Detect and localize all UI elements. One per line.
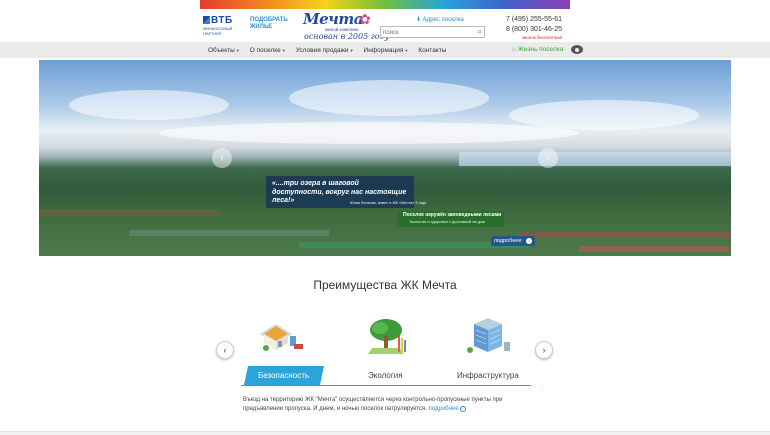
map-pin-icon: ⬇ [416,17,422,23]
nav-item-sale-terms[interactable]: Условия продажи▼ [296,47,354,54]
nav-item-contacts[interactable]: Контакты [418,47,446,54]
infrastructure-building-illustration [467,318,510,353]
nav-item-label: О поселке [249,46,281,54]
vtb-partner-logo[interactable]: ВТБ финансовый партнер [203,15,243,36]
houses-shape [519,232,731,238]
nav-item-life[interactable]: ⌂ Жизнь поселка [512,46,563,53]
vtb-logo-icon [203,16,210,24]
houses-shape [39,210,219,216]
nav-item-label: Контакты [418,46,447,54]
site-header: ВТБ финансовый партнер ПОДОБРАТЬ ЖИЛЬЕ М… [200,9,570,43]
tab-ecology-label: Экология [368,371,403,380]
arrow-right-icon: › [459,405,466,412]
tab-security-label: Безопасность [258,371,310,380]
address-link-label: Адрес поселка [422,17,464,23]
testimonial-author: Юлия Волкова, живет в ЖК «Мечта» 3 года [350,201,427,205]
nav-item-label: Объекты [208,46,235,54]
lake-shape [459,152,731,166]
tab-infrastructure-label: Инфраструктура [457,371,519,380]
cloud-shape [159,122,579,144]
chevron-left-icon: ‹ [223,345,227,355]
advantages-more-label: подробнее [428,405,459,412]
phone-free[interactable]: 8 (800) 301-46-25 [506,25,562,35]
tab-ecology[interactable]: Экология [368,366,403,385]
advantages-prev-button[interactable]: ‹ [216,341,234,359]
nav-item-label: Информация [363,46,404,54]
footer-divider [0,431,770,435]
phone-block: 7 (495) 255-55-61 8 (800) 301-46-25 звон… [506,15,562,40]
nav-item-objects[interactable]: Объекты▼ [208,47,240,54]
chevron-left-icon: ‹ [220,152,224,163]
tab-infrastructure[interactable]: Инфраструктура [457,366,519,385]
flower-icon: ✿ [359,11,371,27]
caret-down-icon: ▼ [404,47,409,53]
eco-subtitle: Экология и здоровье с доставкой на дом [409,219,486,224]
chevron-right-icon: › [546,152,550,163]
tab-security[interactable]: Безопасность [243,366,325,385]
brand-name: Мечта [303,10,363,28]
cloud-shape [69,90,229,120]
arrow-right-icon: › [526,238,532,244]
security-house-illustration [260,324,303,351]
nav-item-info[interactable]: Информация▼ [364,47,409,54]
site-logo[interactable]: Мечта ✿ жилой комплекс основан в 2005 го… [303,10,389,44]
hero-more-label: подробнее [494,238,522,244]
houses-shape [579,246,729,252]
search-icon[interactable]: ⌕ [478,27,482,37]
slider-next-arrow[interactable]: › [538,148,558,168]
nav-item-about[interactable]: О поселке▼ [250,47,286,54]
page: ВТБ финансовый партнер ПОДОБРАТЬ ЖИЛЬЕ М… [0,0,770,435]
address-link[interactable]: ⬇ Адрес поселка [416,16,464,23]
chevron-right-icon: › [542,345,546,355]
advantages-tabs: Безопасность Экология Инфраструктура [241,364,531,386]
advantages-description: Въезд на территорию ЖК "Мечта" осуществл… [243,396,533,413]
vtb-logo: ВТБ [203,15,243,26]
phone-free-note: звонок бесплатный [521,35,562,40]
cloud-shape [289,80,489,116]
rainbow-strip [200,0,570,9]
caret-down-icon: ▼ [281,47,286,53]
hero-slider: ‹ › «....три озера в шаговой доступности… [39,60,731,256]
eco-title: Поселок окружён заповедными лесами [403,212,502,218]
nav-item-label: Условия продажи [295,46,349,54]
search-box: ⌕ [380,26,485,38]
main-nav: Объекты▼ О поселке▼ Условия продажи▼ Инф… [0,42,770,58]
advantages-more-link[interactable]: подробнее › [428,405,466,412]
vtb-logo-text: ВТБ [211,15,233,26]
eye-icon[interactable] [571,45,583,54]
nav-life-label: Жизнь поселка [517,46,564,53]
brand-founded: основан в 2005 году [304,32,390,41]
caret-down-icon: ▼ [235,47,240,53]
hero-more-button[interactable]: подробнее › [491,236,535,246]
slider-prev-arrow[interactable]: ‹ [212,148,232,168]
caret-down-icon: ▼ [349,47,354,53]
advantages-title: Преимущества ЖК Мечта [313,278,457,292]
pick-housing-link[interactable]: ПОДОБРАТЬ ЖИЛЬЕ [250,17,290,31]
advantages-next-button[interactable]: › [535,341,553,359]
search-input[interactable] [383,28,471,37]
vtb-subtitle: финансовый партнер [203,26,233,36]
eco-badge: Поселок окружён заповедными лесами Эколо… [397,211,504,227]
houses-shape [129,230,329,236]
ecology-tree-illustration [368,319,406,354]
phone-moscow[interactable]: 7 (495) 255-55-61 [506,15,562,25]
house-icon: ⌂ [512,46,516,53]
